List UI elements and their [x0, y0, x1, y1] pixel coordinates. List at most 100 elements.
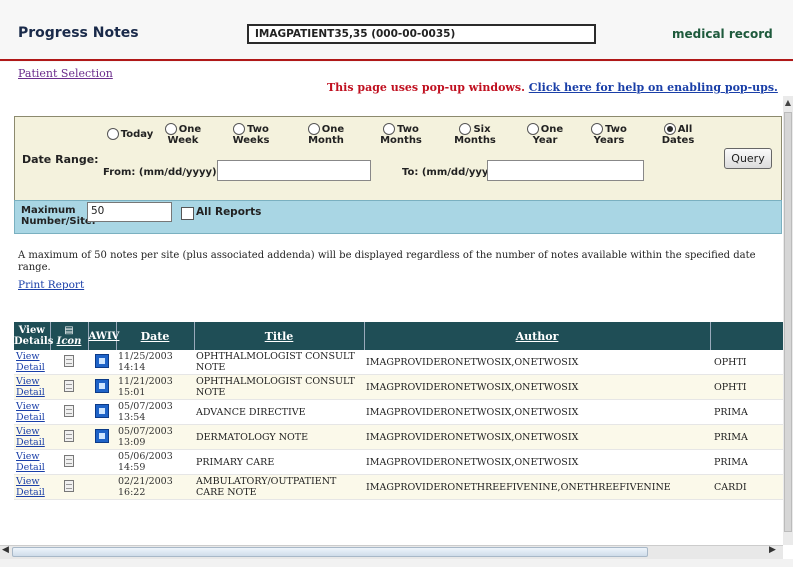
radio-button[interactable]	[591, 123, 604, 135]
note-date: 05/07/2003 13:09	[116, 424, 194, 450]
note-date: 02/21/2003 16:22	[116, 474, 194, 500]
view-detail-link[interactable]: View Detail	[16, 401, 45, 423]
radio-button[interactable]	[383, 123, 396, 135]
note-author: IMAGPROVIDERONETWOSIX,ONETWOSIX	[364, 424, 710, 450]
vertical-scroll-thumb[interactable]	[784, 112, 792, 532]
radio-one-year[interactable]: One Year	[525, 123, 565, 146]
note-location: PRIMA	[710, 399, 786, 425]
col-header-awiv[interactable]: AWIV	[88, 322, 119, 350]
max-number-input[interactable]: 50	[87, 202, 172, 222]
document-icon[interactable]	[64, 479, 74, 492]
awiv-image-icon[interactable]	[95, 403, 109, 418]
radio-button[interactable]	[459, 123, 472, 135]
note-location: CARDI	[710, 474, 786, 500]
col-header-title[interactable]: Title	[194, 322, 365, 350]
view-detail-link[interactable]: View Detail	[16, 426, 45, 448]
print-report-link[interactable]: Print Report	[18, 279, 84, 291]
note-date: 11/21/2003 15:01	[116, 374, 194, 400]
radio-two-weeks[interactable]: Two Weeks	[227, 123, 275, 146]
to-date-input[interactable]	[487, 160, 644, 181]
note-location: OPHTI	[710, 374, 786, 400]
date-range-label: Date Range:	[22, 153, 99, 166]
max-notes-info: A maximum of 50 notes per site (plus ass…	[18, 250, 756, 273]
document-icon[interactable]	[64, 404, 74, 417]
radio-button-selected[interactable]	[663, 123, 676, 135]
note-author: IMAGPROVIDERONETHREEFIVENINE,ONETHREEFIV…	[364, 474, 710, 500]
from-label: From: (mm/dd/yyyy)	[103, 167, 217, 178]
col-header-icon[interactable]: ▤ Icon	[50, 322, 89, 350]
radio-one-week[interactable]: One Week	[161, 123, 205, 146]
col-header-view-details[interactable]: View Details	[14, 322, 53, 350]
radio-two-years[interactable]: Two Years	[589, 123, 629, 146]
date-range-panel: Date Range: Today One Week Two Weeks One Mo…	[14, 116, 782, 201]
note-title: ADVANCE DIRECTIVE	[194, 399, 364, 425]
document-icon[interactable]	[64, 454, 74, 467]
document-icon[interactable]	[64, 429, 74, 442]
note-author: IMAGPROVIDERONETWOSIX,ONETWOSIX	[364, 374, 710, 400]
radio-two-months[interactable]: Two Months	[377, 123, 425, 146]
col-header-location[interactable]: L	[710, 322, 786, 350]
radio-button[interactable]	[307, 123, 320, 135]
scroll-right-icon[interactable]: ▶	[769, 545, 781, 559]
table-row: View Detail 05/07/2003 13:09 DERMATOLOGY…	[14, 424, 786, 450]
document-icon[interactable]	[64, 354, 74, 367]
view-detail-link[interactable]: View Detail	[16, 351, 45, 373]
note-title: OPHTHALMOLOGIST CONSULT NOTE	[194, 350, 364, 375]
note-location: PRIMA	[710, 449, 786, 475]
note-author: IMAGPROVIDERONETWOSIX,ONETWOSIX	[364, 350, 710, 375]
radio-six-months[interactable]: Six Months	[451, 123, 499, 146]
icon-header-label: Icon	[56, 336, 82, 347]
radio-button[interactable]	[526, 123, 539, 135]
note-title: OPHTHALMOLOGIST CONSULT NOTE	[194, 374, 364, 400]
page-title: Progress Notes	[18, 25, 139, 41]
medical-record-label: medical record	[672, 27, 773, 41]
max-number-panel: Maximum Number/Site: 50 All Reports	[14, 200, 782, 234]
view-detail-link[interactable]: View Detail	[16, 476, 45, 498]
col-header-author[interactable]: Author	[364, 322, 711, 350]
radio-today[interactable]: Today	[99, 128, 161, 140]
col-header-date[interactable]: Date	[116, 322, 195, 350]
radio-one-month[interactable]: One Month	[302, 123, 350, 146]
all-reports-checkbox[interactable]	[181, 207, 194, 220]
radio-all-dates[interactable]: All Dates	[658, 123, 698, 146]
sort-icon: ▤	[64, 325, 74, 336]
popup-help-link[interactable]: Click here for help on enabling pop-ups.	[529, 81, 778, 94]
view-detail-link[interactable]: View Detail	[16, 451, 45, 473]
window-bottom-edge	[0, 559, 793, 567]
note-title: AMBULATORY/OUTPATIENT CARE NOTE	[194, 474, 364, 500]
table-row: View Detail 05/07/2003 13:54 ADVANCE DIR…	[14, 399, 786, 425]
awiv-image-icon[interactable]	[95, 428, 109, 443]
radio-button[interactable]	[106, 128, 119, 140]
awiv-image-icon[interactable]	[95, 353, 109, 368]
popup-warning: This page uses pop-up windows. Click her…	[327, 81, 778, 94]
query-button[interactable]: Query	[724, 148, 772, 169]
awiv-image-icon[interactable]	[95, 378, 109, 393]
note-author: IMAGPROVIDERONETWOSIX,ONETWOSIX	[364, 399, 710, 425]
scroll-up-icon[interactable]: ▲	[783, 98, 793, 110]
note-location: OPHTI	[710, 350, 786, 375]
view-detail-link[interactable]: View Detail	[16, 376, 45, 398]
table-row: View Detail 05/06/2003 14:59 PRIMARY CAR…	[14, 449, 786, 475]
note-date: 11/25/2003 14:14	[116, 350, 194, 375]
scroll-left-icon[interactable]: ◀	[2, 545, 12, 559]
note-title: DERMATOLOGY NOTE	[194, 424, 364, 450]
table-header-row: View Details ▤ Icon AWIV Date Title Auth…	[14, 322, 786, 350]
popup-message: This page uses pop-up windows.	[327, 81, 525, 94]
table-row: View Detail 11/21/2003 15:01 OPHTHALMOLO…	[14, 374, 786, 400]
notes-table-container: View Details ▤ Icon AWIV Date Title Auth…	[14, 322, 786, 544]
note-title: PRIMARY CARE	[194, 449, 364, 475]
document-icon[interactable]	[64, 379, 74, 392]
note-date: 05/07/2003 13:54	[116, 399, 194, 425]
note-location: PRIMA	[710, 424, 786, 450]
header-divider	[0, 59, 793, 61]
patient-selection-link[interactable]: Patient Selection	[18, 67, 113, 80]
radio-button[interactable]	[233, 123, 246, 135]
horizontal-scroll-thumb[interactable]	[12, 547, 648, 557]
radio-button[interactable]	[164, 123, 177, 135]
all-reports-label: All Reports	[196, 206, 262, 218]
note-author: IMAGPROVIDERONETWOSIX,ONETWOSIX	[364, 449, 710, 475]
patient-banner: IMAGPATIENT35,35 (000-00-0035)	[247, 24, 596, 44]
note-date: 05/06/2003 14:59	[116, 449, 194, 475]
from-date-input[interactable]	[217, 160, 371, 181]
max-number-label: Maximum Number/Site:	[21, 205, 96, 227]
